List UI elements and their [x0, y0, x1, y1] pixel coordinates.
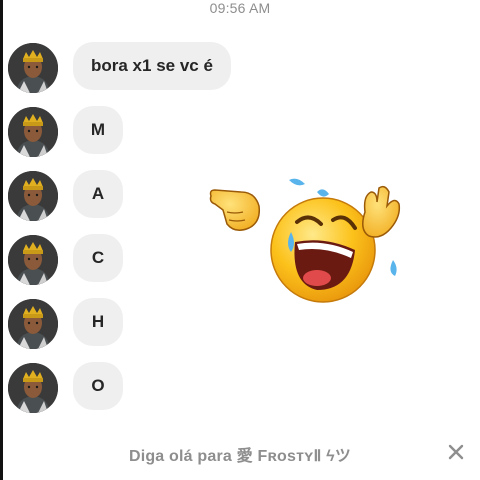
left-edge-divider [0, 0, 3, 480]
message-bubble[interactable]: O [73, 362, 123, 410]
message-bubble[interactable]: H [73, 298, 123, 346]
message-bubble[interactable]: A [73, 170, 123, 218]
avatar-image [8, 107, 58, 157]
avatar-image [8, 235, 58, 285]
avatar[interactable] [8, 299, 58, 349]
message-bubble[interactable]: C [73, 234, 123, 282]
avatar[interactable] [8, 363, 58, 413]
message-bubble[interactable]: M [73, 106, 123, 154]
laughing-emoji-icon [209, 178, 401, 303]
laughing-crying-emoji-sticker[interactable] [205, 172, 405, 312]
greeting-prompt[interactable]: Diga olá para 愛 FʀᴏsᴛʏⅡ ϟツ [0, 442, 480, 466]
message-bubble[interactable]: bora x1 se vc é [73, 42, 231, 90]
avatar-image [8, 363, 58, 413]
avatar[interactable] [8, 107, 58, 157]
avatar[interactable] [8, 43, 58, 93]
greeting-footer: Diga olá para 愛 FʀᴏsᴛʏⅡ ϟツ [0, 432, 480, 476]
avatar-image [8, 43, 58, 93]
avatar[interactable] [8, 171, 58, 221]
message-timestamp: 09:56 AM [209, 0, 271, 16]
avatar-image [8, 299, 58, 349]
avatar-image [8, 171, 58, 221]
close-icon[interactable] [444, 440, 468, 464]
avatar[interactable] [8, 235, 58, 285]
close-icon-glyph [448, 444, 464, 460]
